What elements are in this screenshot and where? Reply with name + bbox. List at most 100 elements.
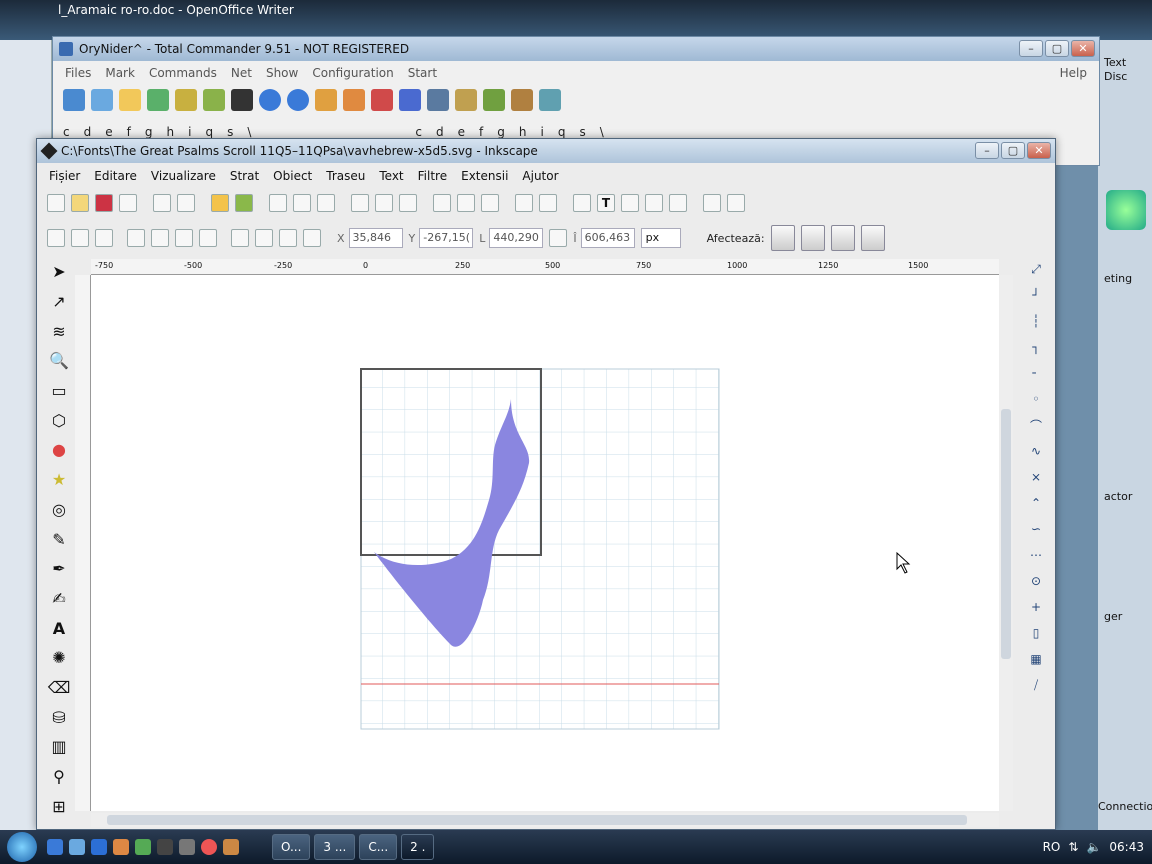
export-icon[interactable] [177, 194, 195, 212]
snap-smooth-icon[interactable]: ∽ [1024, 519, 1048, 539]
ink-menu-fisier[interactable]: Fișier [49, 165, 80, 187]
duplicate-icon[interactable] [433, 194, 451, 212]
drive-c[interactable]: c [63, 125, 70, 139]
cut-icon[interactable] [293, 194, 311, 212]
start-button[interactable] [0, 830, 44, 864]
group-icon[interactable] [515, 194, 533, 212]
import-icon[interactable] [153, 194, 171, 212]
drive-e[interactable]: e [105, 125, 112, 139]
star-tool-icon[interactable]: ★ [46, 467, 72, 493]
snap-bbox-edges-icon[interactable]: ┆ [1024, 311, 1048, 331]
vlc-icon[interactable] [223, 839, 239, 855]
snap-intersections-icon[interactable]: ⨯ [1024, 467, 1048, 487]
zoom-tool-icon[interactable]: 🔍 [46, 348, 72, 374]
box3d-tool-icon[interactable]: ⬡ [46, 407, 72, 433]
chrome-icon[interactable] [201, 839, 217, 855]
transform-patterns-toggle[interactable] [860, 225, 885, 251]
php-icon[interactable] [179, 839, 195, 855]
brief-view-icon[interactable] [91, 89, 113, 111]
y-input[interactable]: -267,15( [419, 228, 474, 248]
lower-bottom-icon[interactable] [231, 229, 249, 247]
transform-gradients-toggle[interactable] [830, 225, 855, 251]
ink-title-bar[interactable]: C:\Fonts\The Great Psalms Scroll 11Q5–11… [37, 139, 1055, 163]
node-tool-icon[interactable]: ↗ [46, 289, 72, 315]
calligraphy-tool-icon[interactable]: ✍ [46, 586, 72, 612]
pencil-tool-icon[interactable]: ✎ [46, 526, 72, 552]
console-icon[interactable] [157, 839, 173, 855]
lock-icon[interactable] [549, 229, 568, 247]
select-all-icon[interactable] [47, 229, 65, 247]
ink-menu-traseu[interactable]: Traseu [326, 165, 365, 187]
snap-guides-icon[interactable]: ⧸ [1024, 675, 1048, 695]
ink-menu-strat[interactable]: Strat [230, 165, 259, 187]
horizontal-scrollbar[interactable] [91, 813, 999, 827]
drive-root[interactable]: \ [247, 125, 251, 139]
print-icon[interactable] [119, 194, 137, 212]
language-indicator[interactable]: RO [1043, 840, 1061, 854]
select-all-layers-icon[interactable] [71, 229, 89, 247]
zoom-page-icon[interactable] [399, 194, 417, 212]
raise-icon[interactable] [279, 229, 297, 247]
tc-menu-show[interactable]: Show [266, 63, 298, 83]
gradient-tool-icon[interactable]: ▥ [46, 734, 72, 760]
snap-rotation-center-icon[interactable]: + [1024, 597, 1048, 617]
ink-menu-extensii[interactable]: Extensii [461, 165, 508, 187]
ellipse-tool-icon[interactable]: ● [46, 437, 72, 463]
snap-bbox-midpoints-icon[interactable]: ╴ [1024, 363, 1048, 383]
sync-icon[interactable] [483, 89, 505, 111]
thumbnail-icon[interactable] [147, 89, 169, 111]
drive-h-right[interactable]: h [519, 125, 527, 139]
selector-tool-icon[interactable]: ➤ [46, 259, 72, 285]
h-input[interactable]: 606,463 [580, 228, 635, 248]
undo-icon[interactable] [211, 194, 229, 212]
desktop-app-icon[interactable] [1106, 190, 1146, 230]
snap-grid-icon[interactable]: ▦ [1024, 649, 1048, 669]
back-icon[interactable] [259, 89, 281, 111]
ink-menu-filtre[interactable]: Filtre [418, 165, 447, 187]
task-commander[interactable]: C... [359, 834, 398, 860]
close-icon[interactable]: ✕ [1027, 142, 1051, 159]
snap-nodes-icon[interactable]: ⌒ [1024, 415, 1048, 435]
text-font-icon[interactable]: T [597, 194, 615, 212]
scale-corners-toggle[interactable] [800, 225, 825, 251]
ink-menu-vizualizare[interactable]: Vizualizare [151, 165, 216, 187]
snap-midpoints-icon[interactable]: ⋯ [1024, 545, 1048, 565]
unit-select[interactable]: px [640, 228, 681, 248]
drive-q-right[interactable]: q [558, 125, 566, 139]
tc-menu-commands[interactable]: Commands [149, 63, 217, 83]
drive-f-right[interactable]: f [479, 125, 483, 139]
volume-icon[interactable]: 🔈 [1086, 840, 1101, 854]
url-icon[interactable] [399, 89, 421, 111]
ungroup-icon[interactable] [539, 194, 557, 212]
new-icon[interactable] [47, 194, 65, 212]
task-group-3[interactable]: 3 ... [314, 834, 356, 860]
ftp-icon[interactable] [371, 89, 393, 111]
drive-s-right[interactable]: s [579, 125, 585, 139]
copy-icon[interactable] [269, 194, 287, 212]
flip-vertical-icon[interactable] [199, 229, 217, 247]
zoom-drawing-icon[interactable] [375, 194, 393, 212]
bucket-tool-icon[interactable]: ⛁ [46, 704, 72, 730]
explorer-icon[interactable] [69, 839, 85, 855]
lower-icon[interactable] [255, 229, 273, 247]
snap-bbox-icon[interactable]: ┘ [1024, 285, 1048, 305]
close-icon[interactable]: ✕ [1071, 40, 1095, 57]
horizontal-scroll-thumb[interactable] [107, 815, 967, 825]
ink-menu-ajutor[interactable]: Ajutor [522, 165, 558, 187]
tree-icon[interactable] [175, 89, 197, 111]
flip-horizontal-icon[interactable] [175, 229, 193, 247]
ink-menu-obiect[interactable]: Obiect [273, 165, 312, 187]
maximize-icon[interactable]: ▢ [1045, 40, 1069, 57]
connector-tool-icon[interactable]: ⊞ [46, 793, 72, 819]
snap-bbox-centers-icon[interactable]: ◦ [1024, 389, 1048, 409]
tc-menu-mark[interactable]: Mark [105, 63, 135, 83]
forward-icon[interactable] [287, 89, 309, 111]
rectangle-tool-icon[interactable]: ▭ [46, 378, 72, 404]
snap-toggle-icon[interactable]: ⤢ [1024, 259, 1048, 279]
tc-menu-net[interactable]: Net [231, 63, 252, 83]
drive-root-right[interactable]: \ [600, 125, 604, 139]
drive-s[interactable]: s [227, 125, 233, 139]
clone-icon[interactable] [457, 194, 475, 212]
w-input[interactable]: 440,290 [489, 228, 544, 248]
tc-menu-help[interactable]: Help [1060, 63, 1087, 83]
